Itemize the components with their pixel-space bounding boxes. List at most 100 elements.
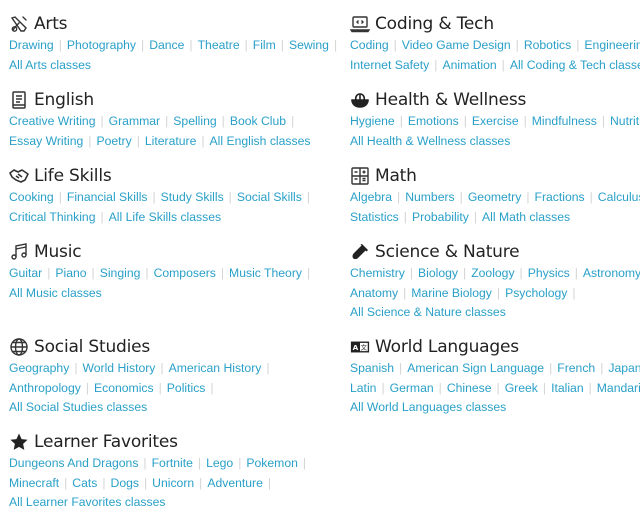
topic-link[interactable]: Unicorn bbox=[152, 476, 194, 490]
topic-link[interactable]: Film bbox=[253, 38, 276, 52]
category-title[interactable]: Music bbox=[34, 242, 82, 262]
topic-link[interactable]: Cooking bbox=[9, 190, 54, 204]
topic-link[interactable]: Photography bbox=[67, 38, 136, 52]
all-classes-link[interactable]: All Learner Favorites classes bbox=[9, 495, 165, 509]
topic-link[interactable]: Italian bbox=[551, 381, 584, 395]
topic-link[interactable]: German bbox=[390, 381, 434, 395]
topic-link[interactable]: Study Skills bbox=[161, 190, 224, 204]
topic-link[interactable]: Music Theory bbox=[229, 266, 302, 280]
topic-link[interactable]: Dance bbox=[149, 38, 184, 52]
category-heading[interactable]: Health & Wellness bbox=[350, 88, 640, 112]
topic-link[interactable]: Marine Biology bbox=[411, 286, 492, 300]
topic-link[interactable]: Hygiene bbox=[350, 114, 395, 128]
category-title[interactable]: Arts bbox=[34, 14, 68, 34]
all-classes-link[interactable]: All Music classes bbox=[9, 286, 102, 300]
category-heading[interactable]: Coding & Tech bbox=[350, 12, 640, 36]
topic-link[interactable]: Coding bbox=[350, 38, 389, 52]
category-title[interactable]: Math bbox=[375, 166, 417, 186]
all-classes-link[interactable]: All Science & Nature classes bbox=[350, 305, 506, 319]
all-classes-link[interactable]: All Coding & Tech classes bbox=[510, 58, 640, 72]
topic-link[interactable]: Theatre bbox=[198, 38, 240, 52]
topic-link[interactable]: Spelling bbox=[173, 114, 216, 128]
topic-link[interactable]: Piano bbox=[55, 266, 86, 280]
topic-link[interactable]: Financial Skills bbox=[67, 190, 148, 204]
category-title[interactable]: Social Studies bbox=[34, 337, 150, 357]
topic-link[interactable]: Mindfulness bbox=[532, 114, 597, 128]
topic-link[interactable]: Spanish bbox=[350, 361, 394, 375]
category-heading[interactable]: Social Studies bbox=[9, 335, 275, 359]
topic-link[interactable]: Geometry bbox=[468, 190, 522, 204]
topic-link[interactable]: Social Skills bbox=[237, 190, 302, 204]
topic-link[interactable]: Anatomy bbox=[350, 286, 398, 300]
category-heading[interactable]: Music bbox=[9, 240, 315, 264]
topic-link[interactable]: Exercise bbox=[472, 114, 519, 128]
category-title[interactable]: Life Skills bbox=[34, 166, 112, 186]
topic-link[interactable]: Japanese bbox=[608, 361, 640, 375]
topic-link[interactable]: Poetry bbox=[96, 134, 131, 148]
category-heading[interactable]: Life Skills bbox=[9, 164, 315, 188]
topic-link[interactable]: Calculus bbox=[598, 190, 640, 204]
topic-link[interactable]: Nutrition bbox=[610, 114, 640, 128]
topic-link[interactable]: Algebra bbox=[350, 190, 392, 204]
topic-link[interactable]: Statistics bbox=[350, 210, 399, 224]
topic-link[interactable]: Engineering bbox=[584, 38, 640, 52]
all-classes-link[interactable]: All Life Skills classes bbox=[109, 210, 221, 224]
topic-link[interactable]: Dogs bbox=[111, 476, 139, 490]
topic-link[interactable]: Chemistry bbox=[350, 266, 405, 280]
topic-link[interactable]: Singing bbox=[100, 266, 141, 280]
topic-link[interactable]: French bbox=[557, 361, 595, 375]
category-heading[interactable]: English bbox=[9, 88, 310, 112]
topic-link[interactable]: Composers bbox=[154, 266, 216, 280]
category-title[interactable]: Health & Wellness bbox=[375, 90, 526, 110]
all-classes-link[interactable]: All World Languages classes bbox=[350, 400, 506, 414]
topic-link[interactable]: World History bbox=[82, 361, 155, 375]
category-title[interactable]: English bbox=[34, 90, 94, 110]
topic-link[interactable]: Psychology bbox=[505, 286, 567, 300]
topic-link[interactable]: Astronomy bbox=[583, 266, 640, 280]
topic-link[interactable]: Drawing bbox=[9, 38, 54, 52]
topic-link[interactable]: Adventure bbox=[207, 476, 263, 490]
all-classes-link[interactable]: All Math classes bbox=[482, 210, 570, 224]
category-heading[interactable]: Arts bbox=[9, 12, 342, 36]
category-heading[interactable]: Science & Nature bbox=[350, 240, 640, 264]
topic-link[interactable]: Dungeons And Dragons bbox=[9, 456, 138, 470]
topic-link[interactable]: Fractions bbox=[535, 190, 585, 204]
topic-link[interactable]: Robotics bbox=[524, 38, 571, 52]
topic-link[interactable]: Pokemon bbox=[246, 456, 298, 470]
topic-link[interactable]: Video Game Design bbox=[402, 38, 511, 52]
all-classes-link[interactable]: All Arts classes bbox=[9, 58, 91, 72]
category-heading[interactable]: Math bbox=[350, 164, 640, 188]
topic-link[interactable]: Guitar bbox=[9, 266, 42, 280]
category-heading[interactable]: Learner Favorites bbox=[9, 430, 311, 454]
topic-link[interactable]: Creative Writing bbox=[9, 114, 95, 128]
topic-link[interactable]: Economics bbox=[94, 381, 154, 395]
topic-link[interactable]: Lego bbox=[206, 456, 233, 470]
topic-link[interactable]: Sewing bbox=[289, 38, 329, 52]
topic-link[interactable]: Animation bbox=[442, 58, 496, 72]
topic-link[interactable]: Book Club bbox=[230, 114, 286, 128]
topic-link[interactable]: Internet Safety bbox=[350, 58, 429, 72]
all-classes-link[interactable]: All Health & Wellness classes bbox=[350, 134, 510, 148]
category-title[interactable]: Learner Favorites bbox=[34, 432, 178, 452]
category-title[interactable]: Science & Nature bbox=[375, 242, 520, 262]
topic-link[interactable]: Zoology bbox=[471, 266, 514, 280]
topic-link[interactable]: Minecraft bbox=[9, 476, 59, 490]
topic-link[interactable]: Literature bbox=[145, 134, 197, 148]
topic-link[interactable]: Biology bbox=[418, 266, 458, 280]
category-title[interactable]: World Languages bbox=[375, 337, 519, 357]
topic-link[interactable]: Geography bbox=[9, 361, 69, 375]
all-classes-link[interactable]: All Social Studies classes bbox=[9, 400, 147, 414]
topic-link[interactable]: Grammar bbox=[109, 114, 160, 128]
topic-link[interactable]: Mandarin bbox=[597, 381, 640, 395]
topic-link[interactable]: Politics bbox=[167, 381, 206, 395]
topic-link[interactable]: Latin bbox=[350, 381, 376, 395]
topic-link[interactable]: Chinese bbox=[447, 381, 492, 395]
all-classes-link[interactable]: All English classes bbox=[210, 134, 311, 148]
topic-link[interactable]: Physics bbox=[528, 266, 570, 280]
topic-link[interactable]: American History bbox=[169, 361, 262, 375]
topic-link[interactable]: Greek bbox=[505, 381, 538, 395]
category-title[interactable]: Coding & Tech bbox=[375, 14, 494, 34]
topic-link[interactable]: American Sign Language bbox=[407, 361, 544, 375]
topic-link[interactable]: Critical Thinking bbox=[9, 210, 95, 224]
topic-link[interactable]: Cats bbox=[72, 476, 97, 490]
